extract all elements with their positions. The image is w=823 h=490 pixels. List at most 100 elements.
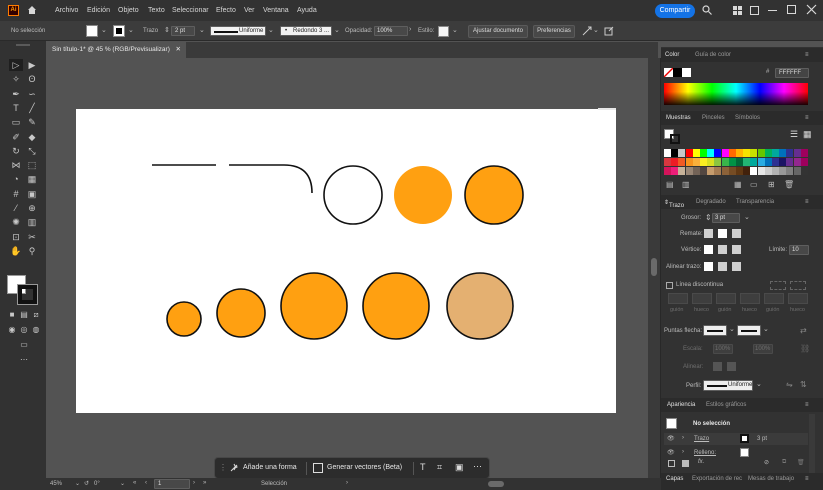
chevron-down-icon[interactable]: ⌄ bbox=[101, 26, 107, 34]
image-icon[interactable]: ▣ bbox=[455, 462, 464, 473]
menu-edicion[interactable]: Edición bbox=[87, 7, 110, 14]
swatch[interactable] bbox=[700, 158, 707, 166]
share-button[interactable]: Compartir bbox=[655, 4, 695, 18]
white-swatch[interactable] bbox=[682, 68, 691, 77]
more-icon[interactable]: ⋯ bbox=[473, 461, 482, 472]
blend-tool-icon[interactable]: ⊕ bbox=[25, 202, 39, 214]
swatch[interactable] bbox=[728, 149, 736, 157]
tab-layers[interactable]: Capas bbox=[666, 476, 683, 482]
tab-color-guide[interactable]: Guía de color bbox=[695, 52, 731, 58]
chevron-down-icon[interactable]: ⌄ bbox=[744, 213, 750, 221]
magic-wand-tool-icon[interactable]: ✧ bbox=[9, 73, 23, 85]
status-mode[interactable]: Selección bbox=[261, 481, 287, 487]
workspace-icon[interactable] bbox=[750, 6, 759, 15]
none-swatch-icon[interactable] bbox=[663, 67, 674, 78]
stroke-weight-field[interactable]: 3 pt bbox=[712, 213, 740, 223]
curved-path[interactable] bbox=[229, 164, 313, 194]
tab-gradient[interactable]: Degradado bbox=[696, 199, 726, 205]
bevel-join-icon[interactable] bbox=[732, 245, 741, 254]
swatch[interactable] bbox=[750, 149, 758, 157]
tab-swatches[interactable]: Muestras bbox=[666, 115, 691, 121]
stroke-box[interactable] bbox=[17, 284, 38, 305]
swatch[interactable] bbox=[800, 167, 808, 175]
dash-field[interactable] bbox=[692, 293, 712, 304]
chevron-right-icon[interactable]: › bbox=[409, 26, 411, 33]
swatch[interactable] bbox=[743, 158, 751, 166]
rotate-tool-icon[interactable]: ↻ bbox=[9, 145, 23, 157]
swatch[interactable] bbox=[707, 158, 715, 166]
projecting-cap-icon[interactable] bbox=[732, 229, 741, 238]
swatch[interactable] bbox=[678, 149, 686, 157]
tab-transparency[interactable]: Transparencia bbox=[736, 199, 774, 205]
swatch[interactable] bbox=[786, 167, 794, 175]
close-icon[interactable] bbox=[806, 4, 817, 15]
dash-preserve-icon[interactable] bbox=[770, 281, 786, 290]
fill-swatch[interactable] bbox=[86, 25, 98, 37]
circle-white[interactable] bbox=[323, 165, 383, 225]
swap-arrows-icon[interactable]: ⇄ bbox=[800, 326, 807, 335]
dash-field[interactable] bbox=[788, 293, 808, 304]
flip-profile-icon[interactable]: ⇋ bbox=[786, 380, 793, 389]
dashed-line-checkbox[interactable] bbox=[666, 282, 673, 289]
chevron-right-icon[interactable]: › bbox=[346, 480, 348, 486]
chevron-down-icon[interactable]: ⌄ bbox=[120, 480, 125, 487]
appearance-fill-row[interactable]: 👁 › Relleno: bbox=[664, 447, 808, 459]
swatch[interactable] bbox=[700, 149, 707, 157]
swatch[interactable] bbox=[707, 149, 715, 157]
hand-tool-icon[interactable]: ✋ bbox=[9, 245, 23, 257]
next-artboard-icon[interactable]: › bbox=[193, 480, 195, 486]
arrow-start-select[interactable] bbox=[703, 325, 727, 336]
swatch[interactable] bbox=[786, 149, 794, 157]
chevron-down-icon[interactable]: ⌄ bbox=[268, 26, 274, 34]
arrow-end-select[interactable] bbox=[737, 325, 761, 336]
dash-field[interactable] bbox=[668, 293, 688, 304]
search-icon[interactable] bbox=[702, 5, 712, 15]
fit-document-button[interactable]: Ajustar documento bbox=[468, 25, 528, 38]
swatch[interactable] bbox=[721, 149, 729, 157]
swatch[interactable] bbox=[692, 149, 700, 157]
circle-orange-nostroke[interactable] bbox=[394, 166, 452, 224]
stroke-swatch[interactable] bbox=[113, 25, 125, 37]
maximize-icon[interactable] bbox=[787, 5, 796, 14]
swatch[interactable] bbox=[764, 158, 772, 166]
add-stroke-icon[interactable] bbox=[668, 460, 675, 467]
width-tool-icon[interactable]: ⋈ bbox=[9, 159, 23, 171]
swatch[interactable] bbox=[671, 167, 679, 175]
place-icon[interactable]: ⌗ bbox=[437, 462, 442, 473]
screen-mode-icon[interactable]: ▭ bbox=[17, 339, 31, 351]
color-spectrum[interactable] bbox=[664, 83, 808, 105]
swatch[interactable] bbox=[700, 167, 707, 175]
canvas-scrollbar-vertical[interactable] bbox=[648, 58, 660, 478]
stroke-profile-select[interactable]: Uniforme bbox=[210, 26, 266, 36]
swatch[interactable] bbox=[757, 149, 765, 157]
swatch-kinds-icon[interactable]: ▥ bbox=[682, 180, 690, 189]
link-scale-icon[interactable]: ⛓ bbox=[800, 344, 810, 353]
chevron-down-icon[interactable]: ⌄ bbox=[75, 480, 80, 487]
visibility-eye-icon[interactable]: 👁 bbox=[667, 449, 675, 456]
swatch[interactable] bbox=[664, 158, 671, 166]
opacity-input[interactable]: 100% bbox=[374, 26, 408, 36]
circle-large[interactable] bbox=[280, 272, 348, 340]
align-outside-icon[interactable] bbox=[732, 262, 741, 271]
hex-input[interactable]: FFFFFF bbox=[775, 68, 809, 78]
arrow-align-end-icon[interactable] bbox=[727, 362, 736, 371]
add-fill-icon[interactable] bbox=[682, 460, 689, 467]
zoom-value[interactable]: 45% bbox=[50, 481, 62, 487]
menu-ayuda[interactable]: Ayuda bbox=[297, 7, 317, 14]
zoom-tool-icon[interactable]: ⚲ bbox=[25, 245, 39, 257]
swatch[interactable] bbox=[757, 158, 765, 166]
menu-ventana[interactable]: Ventana bbox=[263, 7, 289, 14]
tab-stroke[interactable]: ⇕ Trazo bbox=[664, 199, 684, 209]
swatch[interactable] bbox=[736, 167, 743, 175]
transform-icon[interactable] bbox=[582, 26, 592, 36]
swatch[interactable] bbox=[685, 158, 693, 166]
tab-asset-export[interactable]: Exportación de rec bbox=[692, 476, 742, 482]
swatch[interactable] bbox=[714, 158, 722, 166]
swatch[interactable] bbox=[685, 149, 693, 157]
chevron-down-icon[interactable]: ⌄ bbox=[763, 325, 769, 333]
tab-symbols[interactable]: Símbolos bbox=[735, 115, 760, 121]
appearance-scrollbar[interactable] bbox=[809, 414, 815, 474]
swatch[interactable] bbox=[685, 167, 693, 175]
scale-start-input[interactable]: 100% bbox=[713, 344, 733, 354]
circle-tan[interactable] bbox=[446, 272, 514, 340]
